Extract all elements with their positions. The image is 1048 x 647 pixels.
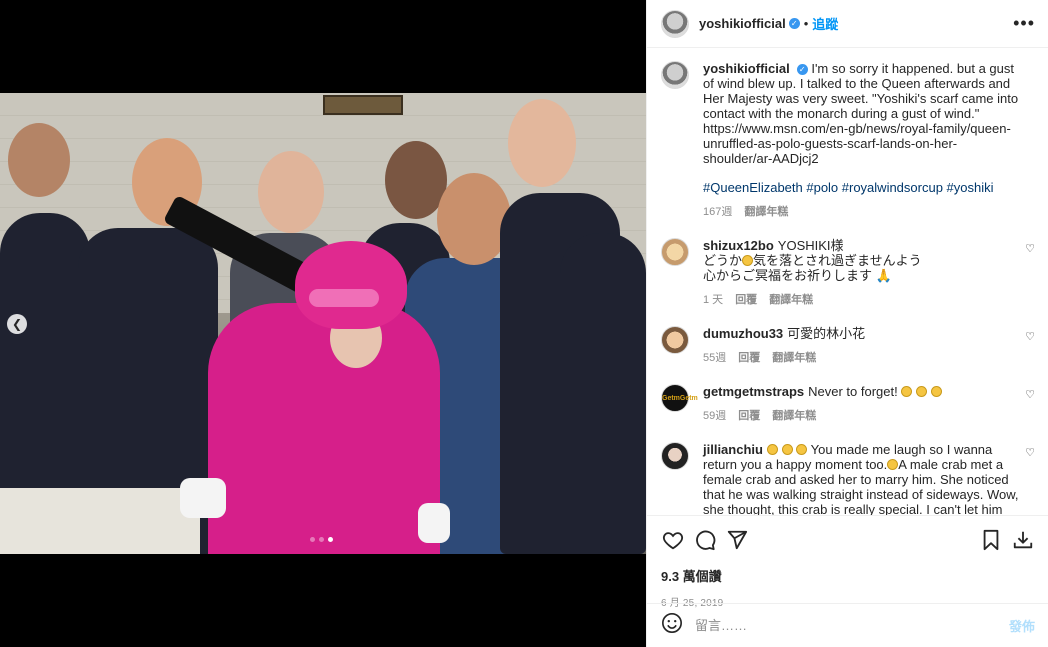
photo-head-right [508,99,576,187]
comment-bubble-icon[interactable] [693,528,717,552]
separator-dot: • [803,16,809,31]
comment-time[interactable]: 59週 [703,409,726,424]
share-send-icon[interactable] [725,528,749,552]
carousel-dot [310,537,315,542]
avatar-logo-text: GetmGetm [662,395,698,402]
photo-railing [0,488,200,554]
grinning-emoji-icon [930,386,942,397]
translate-link[interactable]: 翻譯年糕 [769,293,813,308]
comment-body: dumuzhou33 可愛的林小花 55週 回覆 翻譯年糕 [703,326,1021,366]
verified-badge-icon: ✓ [788,18,800,29]
caption-hashtags[interactable]: #QueenElizabeth #polo #royalwindsorcup #… [703,180,1021,195]
reply-link[interactable]: 回覆 [738,409,760,424]
add-comment-bar: 發佈 [647,603,1048,647]
post-header: yoshikiofficial ✓ • 追蹤 ••• [647,0,1048,48]
comment-input[interactable] [695,618,1009,633]
caption-time[interactable]: 167週 [703,205,732,220]
comment-time[interactable]: 55週 [703,351,726,366]
post-media: ❮ [0,0,646,647]
photo-head-elder [258,151,324,233]
avatar[interactable] [661,9,689,38]
translate-link[interactable]: 翻譯年糕 [772,409,816,424]
sad-face-emoji-icon [742,255,754,266]
post-photo[interactable] [0,93,646,554]
comment-username[interactable]: shizux12bo [703,238,774,253]
laughing-emoji-icon [766,444,778,455]
photo-glove-left [180,478,226,518]
comment-meta: 59週 回覆 翻譯年糕 [703,409,1021,424]
previous-photo-button[interactable]: ❮ [7,314,27,334]
carousel-dot [319,537,324,542]
comment-username[interactable]: jillianchiu [703,442,763,457]
save-bookmark-icon[interactable] [979,528,1003,552]
comment-text: Never to forget! [808,384,898,399]
comment-text: 可愛的林小花 [787,326,866,341]
comment-item: GetmGetm getmgetmstraps Never to forget! … [661,384,1035,424]
like-comment-heart-icon[interactable]: ♡ [1025,330,1035,343]
surprised-emoji-icon [916,386,927,397]
avatar[interactable] [661,238,689,266]
comment-body: getmgetmstraps Never to forget! 59週 回覆 翻譯… [703,384,1021,424]
post-comment-button[interactable]: 發佈 [1009,616,1035,635]
more-options-icon[interactable]: ••• [1013,13,1035,34]
photo-sign [323,95,403,115]
photo-glove-right [418,503,450,543]
caption-text: I'm so sorry it happened. but a gust of … [703,61,1019,166]
verified-badge-icon: ✓ [796,64,808,76]
chevron-left-icon: ❮ [11,317,23,331]
avatar[interactable] [661,442,689,470]
laughing-emoji-icon [796,444,808,455]
reply-link[interactable]: 回覆 [735,293,757,308]
smiling-emoji-icon [887,459,899,470]
comment-username[interactable]: dumuzhou33 [703,326,783,341]
comment-body: jillianchiu You made me laugh so I wanna… [703,442,1021,515]
comment-text: 心からご冥福をお祈りします [703,268,873,283]
comment-item: shizux12bo YOSHIKI様 どうか 気を落とされ過ぎませんよう 心からご… [661,238,1035,308]
like-heart-icon[interactable] [661,528,685,552]
comment-meta: 1 天 回覆 翻譯年糕 [703,293,1021,308]
comment-item: jillianchiu You made me laugh so I wanna… [661,442,1035,515]
post-actions: 9.3 萬個讚 6 月 25, 2019 [647,515,1048,609]
comment-body: shizux12bo YOSHIKI様 どうか 気を落とされ過ぎませんよう 心からご… [703,238,1021,308]
caption: yoshikiofficial ✓ I'm so sorry it happene… [661,61,1035,220]
reply-link[interactable]: 回覆 [738,351,760,366]
comment-username[interactable]: getmgetmstraps [703,384,804,399]
like-comment-heart-icon[interactable]: ♡ [1025,446,1035,459]
comment-text: どうか [703,253,743,268]
photo-head-left [8,123,70,197]
translate-link[interactable]: 翻譯年糕 [772,351,816,366]
carousel-dot-active [328,537,333,542]
like-comment-heart-icon[interactable]: ♡ [1025,242,1035,255]
comment-text: YOSHIKI様 [777,238,844,253]
like-count[interactable]: 9.3 萬個讚 [661,566,1035,585]
photo-queen-hat [295,241,407,329]
translate-link[interactable]: 翻譯年糕 [744,205,788,220]
avatar[interactable] [661,61,689,89]
comments-list[interactable]: yoshikiofficial ✓ I'm so sorry it happene… [647,49,1048,515]
comment-item: dumuzhou33 可愛的林小花 55週 回覆 翻譯年糕 ♡ [661,326,1035,366]
emoji-smiley-icon[interactable] [661,612,683,639]
caption-meta: 167週 翻譯年糕 [703,205,1021,220]
avatar[interactable] [661,326,689,354]
comment-time[interactable]: 1 天 [703,293,723,308]
download-icon[interactable] [1011,528,1035,552]
photo-person-edge [560,233,646,554]
surprised-emoji-icon [901,386,913,397]
post-panel: yoshikiofficial ✓ • 追蹤 ••• yoshikioffici… [646,0,1048,647]
carousel-indicator [310,537,333,542]
action-icons [661,528,1035,552]
praying-hands-emoji-icon: 🙏 [872,268,892,283]
laughing-emoji-icon [781,444,793,455]
like-comment-heart-icon[interactable]: ♡ [1025,388,1035,401]
caption-username[interactable]: yoshikiofficial [703,61,790,76]
photo-queen-coat [208,303,440,554]
comment-text: 気を落とされ過ぎませんよう [753,253,922,268]
caption-body: yoshikiofficial ✓ I'm so sorry it happene… [703,61,1021,220]
follow-button[interactable]: 追蹤 [812,14,838,33]
comment-meta: 55週 回覆 翻譯年糕 [703,351,1021,366]
post-author-username[interactable]: yoshikiofficial [699,16,786,31]
avatar[interactable]: GetmGetm [661,384,698,412]
